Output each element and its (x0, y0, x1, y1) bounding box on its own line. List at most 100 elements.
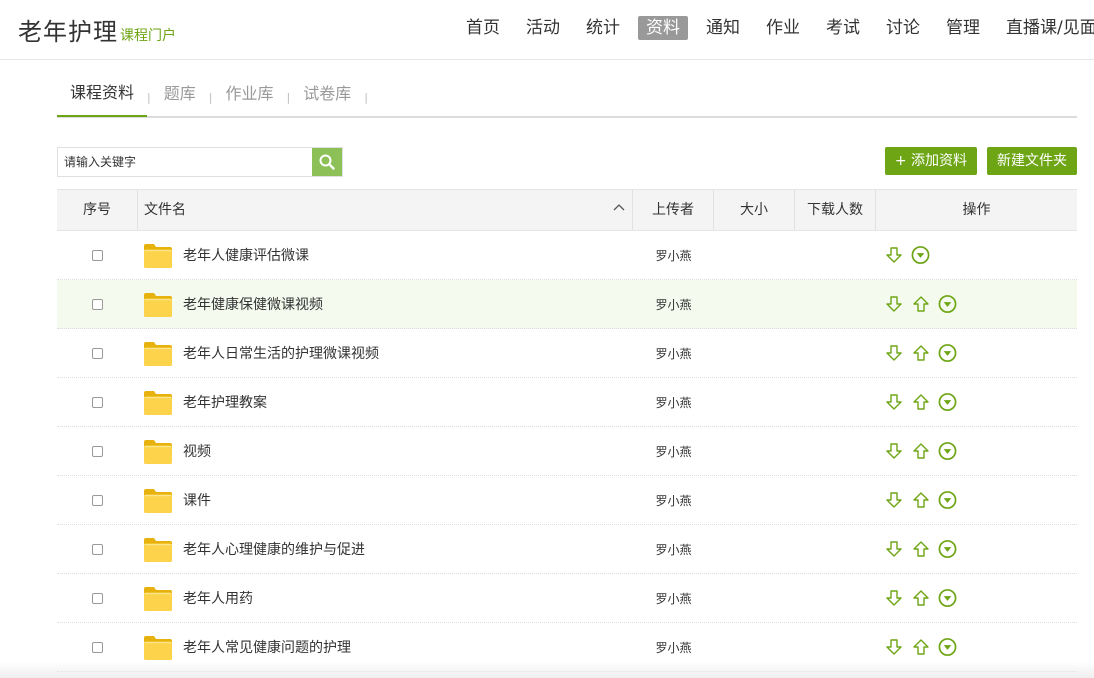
circle-chevron-down-icon[interactable] (911, 246, 930, 265)
file-name[interactable]: 课件 (183, 490, 211, 510)
arrow-down-icon[interactable] (884, 246, 903, 265)
add-resource-button[interactable]: + 添加资料 (884, 147, 977, 175)
arrow-down-icon[interactable] (884, 393, 903, 412)
arrow-up-icon[interactable] (911, 344, 930, 363)
row-name-cell[interactable]: 老年健康保健微课视频 (138, 291, 633, 318)
file-name[interactable]: 老年人用药 (183, 588, 253, 608)
row-name-cell[interactable]: 视频 (138, 438, 633, 465)
row-index-cell (57, 445, 138, 457)
arrow-down-icon[interactable] (884, 344, 903, 363)
nav-item-2[interactable]: 统计 (578, 16, 628, 40)
arrow-up-icon[interactable] (911, 393, 930, 412)
nav-item-7[interactable]: 讨论 (878, 16, 928, 40)
arrow-down-icon[interactable] (884, 442, 903, 461)
top-header: 老年护理 课程门户 首页活动统计资料通知作业考试讨论管理直播课/见面课 (0, 0, 1094, 60)
row-operations (876, 638, 1077, 657)
main-nav: 首页活动统计资料通知作业考试讨论管理直播课/见面课 (458, 16, 1094, 40)
arrow-up-icon[interactable] (911, 295, 930, 314)
arrow-down-icon[interactable] (884, 638, 903, 657)
subtab-1[interactable]: 题库 (151, 78, 209, 116)
circle-chevron-down-icon[interactable] (938, 344, 957, 363)
row-index-cell (57, 298, 138, 310)
arrow-up-icon[interactable] (911, 638, 930, 657)
arrow-down-icon[interactable] (884, 295, 903, 314)
row-index-cell (57, 494, 138, 506)
row-name-cell[interactable]: 老年人健康评估微课 (138, 242, 633, 269)
table-row[interactable]: 老年健康保健微课视频 罗小燕 (57, 280, 1077, 329)
file-name[interactable]: 老年人心理健康的维护与促进 (183, 539, 365, 559)
table-row[interactable]: 老年人日常生活的护理微课视频 罗小燕 (57, 329, 1077, 378)
row-name-cell[interactable]: 老年人常见健康问题的护理 (138, 634, 633, 661)
row-checkbox[interactable] (92, 298, 103, 310)
file-name[interactable]: 视频 (183, 441, 211, 461)
arrow-down-icon[interactable] (884, 589, 903, 608)
table-row[interactable]: 老年人健康评估微课 罗小燕 (57, 231, 1077, 280)
circle-chevron-down-icon[interactable] (938, 393, 957, 412)
row-operations (876, 393, 1077, 412)
file-name[interactable]: 老年健康保健微课视频 (183, 294, 323, 314)
row-name-cell[interactable]: 老年人用药 (138, 585, 633, 612)
nav-item-4[interactable]: 通知 (698, 16, 748, 40)
search-input[interactable] (58, 148, 312, 176)
folder-icon (143, 585, 173, 612)
arrow-up-icon[interactable] (911, 491, 930, 510)
file-name[interactable]: 老年人日常生活的护理微课视频 (183, 343, 379, 363)
row-checkbox[interactable] (92, 347, 103, 359)
row-checkbox[interactable] (92, 445, 103, 457)
row-checkbox[interactable] (92, 494, 103, 506)
chevron-up-icon[interactable] (613, 203, 625, 211)
subtab-0[interactable]: 课程资料 (57, 77, 148, 117)
nav-item-8[interactable]: 管理 (938, 16, 988, 40)
arrow-down-icon[interactable] (884, 540, 903, 559)
row-checkbox[interactable] (92, 641, 103, 653)
arrow-up-icon[interactable] (911, 589, 930, 608)
nav-item-5[interactable]: 作业 (758, 16, 808, 40)
table-row[interactable]: 老年护理教案 罗小燕 (57, 378, 1077, 427)
row-operations (876, 246, 1077, 265)
row-name-cell[interactable]: 老年人日常生活的护理微课视频 (138, 340, 633, 367)
bottom-shadow (0, 662, 1094, 678)
new-folder-button[interactable]: 新建文件夹 (987, 147, 1077, 175)
folder-icon (143, 634, 173, 661)
header-filename[interactable]: 文件名 (138, 190, 633, 230)
nav-item-9[interactable]: 直播课/见面课 (998, 16, 1094, 40)
circle-chevron-down-icon[interactable] (938, 638, 957, 657)
nav-item-0[interactable]: 首页 (458, 16, 508, 40)
row-uploader: 罗小燕 (655, 542, 692, 557)
arrow-up-icon[interactable] (911, 540, 930, 559)
row-name-cell[interactable]: 老年护理教案 (138, 389, 633, 416)
file-name[interactable]: 老年护理教案 (183, 392, 267, 412)
file-name[interactable]: 老年人常见健康问题的护理 (183, 637, 351, 657)
nav-item-3[interactable]: 资料 (638, 16, 688, 40)
table-row[interactable]: 老年人心理健康的维护与促进 罗小燕 (57, 525, 1077, 574)
table-row[interactable]: 视频 罗小燕 (57, 427, 1077, 476)
circle-chevron-down-icon[interactable] (938, 540, 957, 559)
circle-chevron-down-icon[interactable] (938, 295, 957, 314)
row-operations (876, 344, 1077, 363)
subtab-2[interactable]: 作业库 (212, 78, 286, 116)
nav-item-1[interactable]: 活动 (518, 16, 568, 40)
row-uploader: 罗小燕 (655, 640, 692, 655)
brand[interactable]: 老年护理 课程门户 (18, 12, 176, 47)
row-checkbox[interactable] (92, 543, 103, 555)
search-box (57, 147, 343, 177)
row-name-cell[interactable]: 老年人心理健康的维护与促进 (138, 536, 633, 563)
circle-chevron-down-icon[interactable] (938, 442, 957, 461)
subtab-3[interactable]: 试卷库 (290, 78, 364, 116)
search-button[interactable] (312, 148, 342, 176)
nav-item-6[interactable]: 考试 (818, 16, 868, 40)
circle-chevron-down-icon[interactable] (938, 491, 957, 510)
row-checkbox[interactable] (92, 592, 103, 604)
arrow-up-icon[interactable] (911, 442, 930, 461)
file-name[interactable]: 老年人健康评估微课 (183, 245, 309, 265)
circle-chevron-down-icon[interactable] (938, 589, 957, 608)
arrow-down-icon[interactable] (884, 491, 903, 510)
table-row[interactable]: 老年人用药 罗小燕 (57, 574, 1077, 623)
row-checkbox[interactable] (92, 249, 103, 261)
row-checkbox[interactable] (92, 396, 103, 408)
row-index-cell (57, 641, 138, 653)
table-row[interactable]: 课件 罗小燕 (57, 476, 1077, 525)
folder-icon (143, 487, 173, 514)
row-index-cell (57, 249, 138, 261)
row-name-cell[interactable]: 课件 (138, 487, 633, 514)
